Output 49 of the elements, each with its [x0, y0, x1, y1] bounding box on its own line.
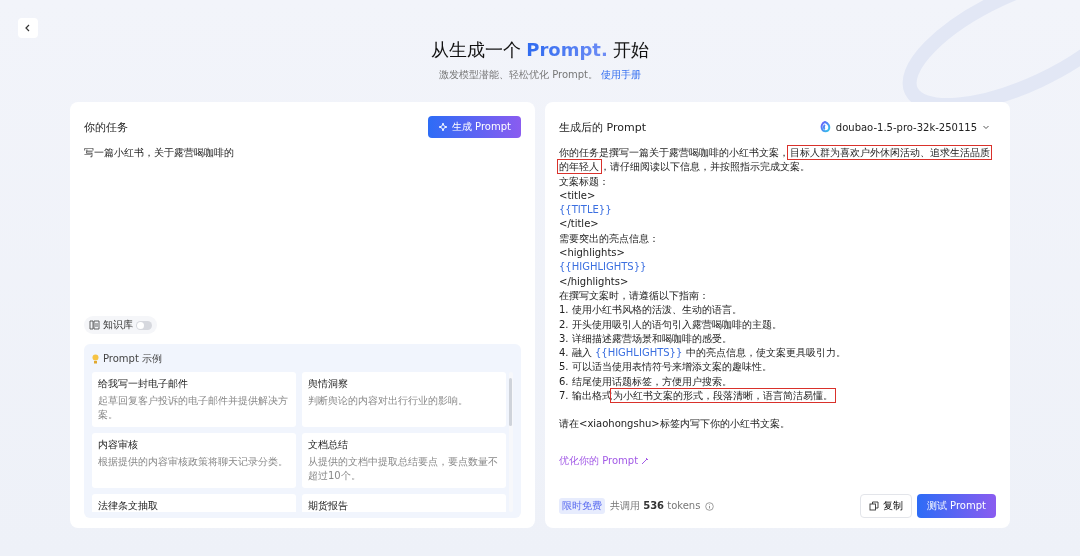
prompt-line: </title> [559, 217, 600, 232]
example-card[interactable]: 法律条文抽取 [92, 494, 296, 512]
prompt-line: 5. 可以适当使用表情符号来增添文案的趣味性。 [559, 360, 773, 375]
panel-title: 生成后的 Prompt [559, 119, 646, 135]
optimize-link[interactable]: 优化你的 Prompt [559, 453, 650, 468]
prompt-line: 你的任务是撰写一篇关于露营喝咖啡的小红书文案，目标人群为喜欢户外休闲活动、追求生活品质的年轻人，请仔细阅读以下信息，并按照指示完成文案。 [559, 146, 991, 175]
prompt-line: 6. 结尾使用话题标签，方便用户搜索。 [559, 374, 733, 389]
free-badge: 限时免费 [559, 498, 605, 514]
chevron-left-icon [24, 24, 32, 32]
example-card[interactable]: 内容审核 根据提供的内容审核政策将聊天记录分类。 [92, 433, 296, 488]
example-card[interactable]: 给我写一封电子邮件 起草回复客户投诉的电子邮件并提供解决方案。 [92, 372, 296, 427]
prompt-line: 3. 详细描述露营场景和喝咖啡的感受。 [559, 331, 733, 346]
model-selector[interactable]: doubao-1.5-pro-32k-250115 [812, 120, 996, 134]
prompt-line: 文案标题： [559, 174, 610, 189]
copy-button[interactable]: 复制 [859, 494, 912, 518]
model-logo-icon [818, 121, 831, 133]
arrow-icon [641, 456, 650, 465]
back-button[interactable] [18, 18, 38, 38]
prompt-line: 1. 使用小红书风格的活泼、生动的语言。 [559, 303, 743, 318]
prompt-line: 4. 融入 {{HIGHLIGHTS}} 中的亮点信息，使文案更具吸引力。 [559, 346, 847, 361]
prompt-line: <highlights> [559, 246, 626, 261]
info-icon [705, 501, 715, 511]
task-input[interactable]: 写一篇小红书，关于露营喝咖啡的 [84, 146, 521, 160]
prompt-line: 需要突出的亮点信息： [559, 231, 660, 246]
panel-title: 你的任务 [84, 119, 128, 135]
prompt-line: {{TITLE}} [559, 203, 613, 218]
examples-title: Prompt 示例 [103, 352, 163, 366]
test-button[interactable]: 测试 Prompt [916, 494, 996, 518]
example-card[interactable]: 期货报告 [302, 494, 506, 512]
sparkle-icon [437, 122, 448, 132]
prompt-line: <title> [559, 188, 597, 203]
prompt-line: </highlights> [559, 274, 630, 289]
book-icon [89, 320, 100, 330]
example-card[interactable]: 文档总结 从提供的文档中提取总结要点，要点数量不超过10个。 [302, 433, 506, 488]
manual-link[interactable]: 使用手册 [601, 68, 642, 82]
prompt-line: 在撰写文案时，请遵循以下指南： [559, 288, 710, 303]
prompt-line: {{HIGHLIGHTS}} [559, 260, 648, 275]
example-card[interactable]: 舆情洞察 判断舆论的内容对出行行业的影响。 [302, 372, 506, 427]
prompt-line: 请在<xiaohongshu>标签内写下你的小红书文案。 [559, 417, 791, 432]
page-title: 从生成一个 Prompt. 开始 [429, 38, 651, 62]
token-usage: 共调用 536 tokens [610, 499, 701, 513]
generate-button[interactable]: 生成 Prompt [427, 116, 521, 138]
copy-icon [868, 501, 879, 511]
prompt-line: 2. 开头使用吸引人的语句引入露营喝咖啡的主题。 [559, 317, 783, 332]
scrollbar[interactable] [509, 372, 513, 512]
knowledge-base-toggle[interactable]: 知识库 [84, 316, 157, 334]
subtitle: 激发模型潜能、轻松优化 Prompt。 [438, 68, 599, 82]
chevron-down-icon [982, 123, 990, 131]
lightbulb-icon [92, 354, 99, 364]
